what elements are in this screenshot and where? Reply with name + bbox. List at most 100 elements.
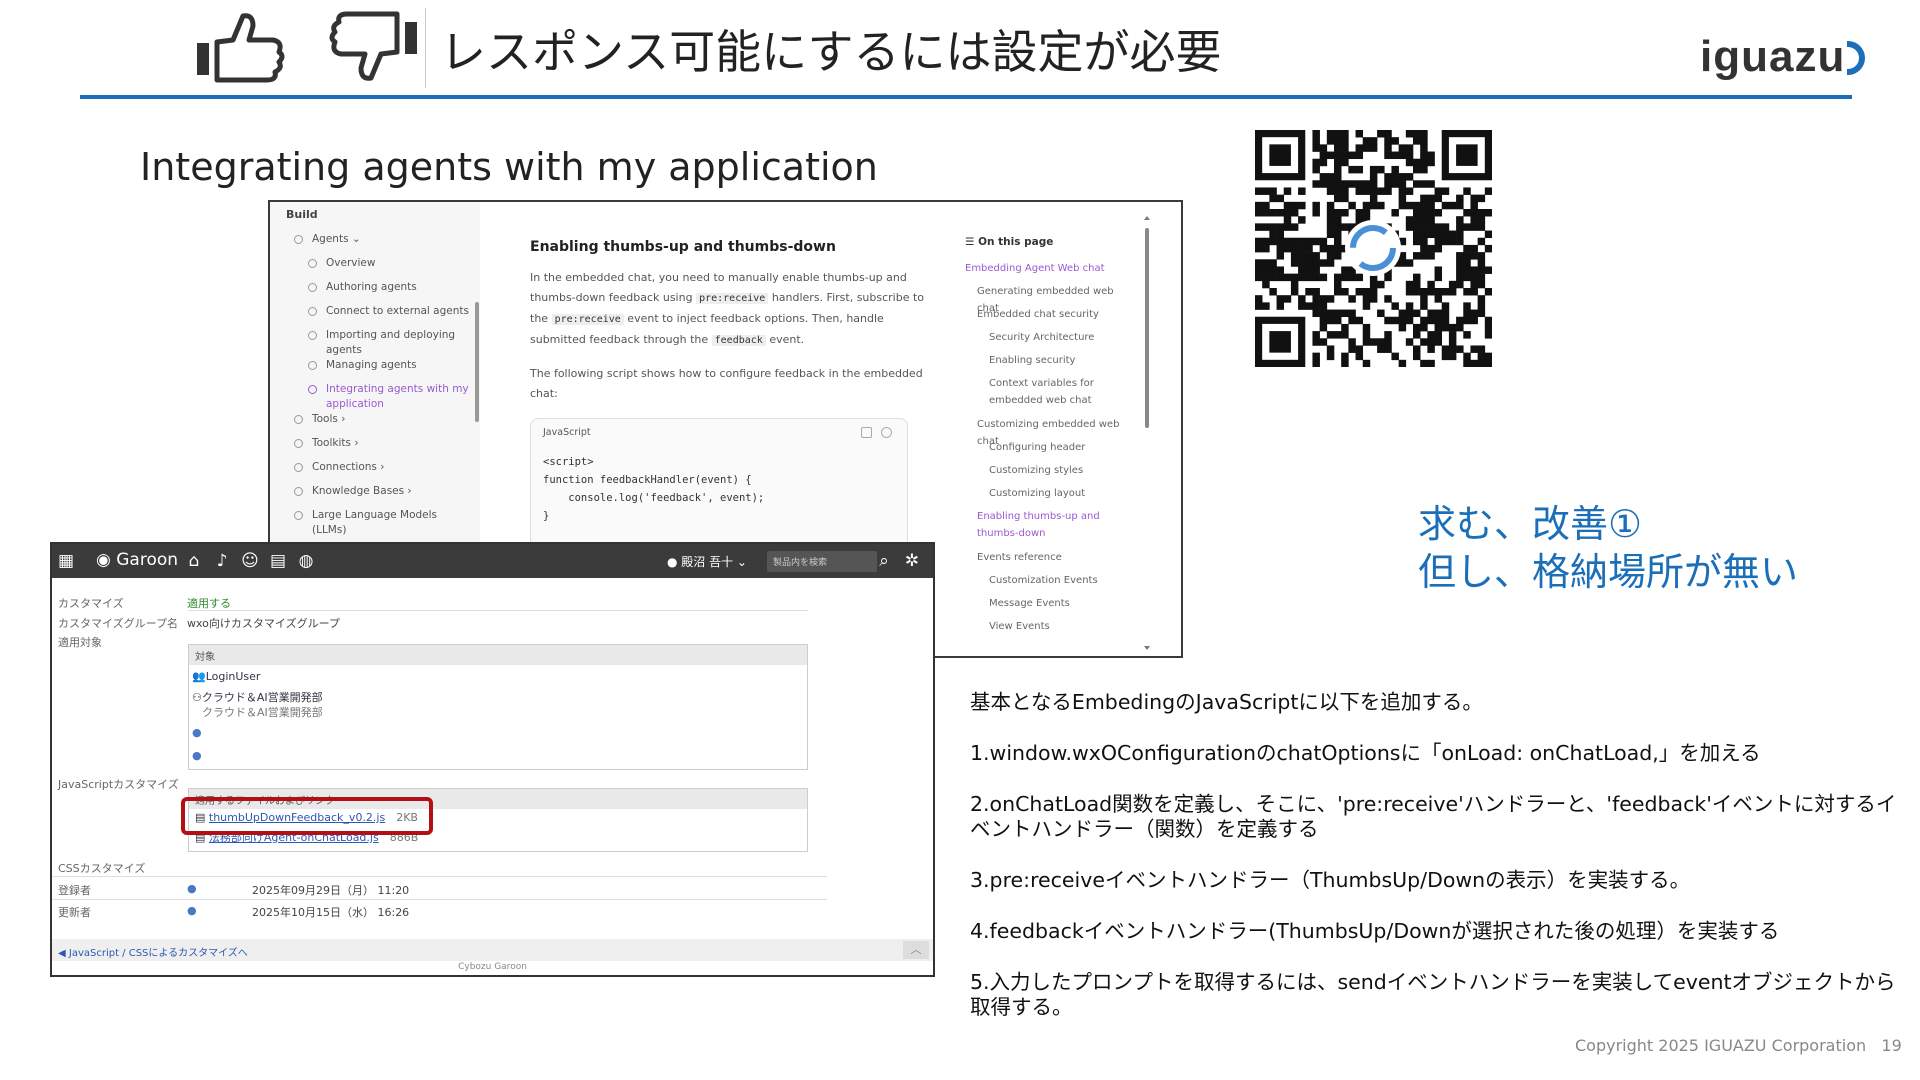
sidebar-item[interactable]: Managing agents	[326, 358, 473, 373]
step-intro: 基本となるEmbedingのJavaScriptに以下を追加する。	[970, 690, 1483, 714]
note-line-2: 但し、格納場所が無い	[1418, 550, 1799, 594]
user-icon: ●	[187, 904, 197, 917]
page-title: レスポンス可能にするには設定が必要	[440, 25, 1222, 79]
on-this-page-toc: ☰ On this page Embedding Agent Web chat G…	[965, 202, 1155, 656]
sidebar-item[interactable]: Agents ⌄	[312, 232, 473, 247]
step-3: 3.pre:receiveイベントハンドラー（ThumbsUp/Downの表示）…	[970, 868, 1691, 892]
qr-code[interactable]	[1255, 130, 1493, 368]
sidebar-scrollbar[interactable]	[475, 302, 479, 422]
slide-subtitle: Integrating agents with my application	[140, 145, 878, 189]
toc-title: ☰ On this page	[965, 236, 1054, 248]
back-link[interactable]: ◀ JavaScript / CSSによるカスタマイズへ	[58, 948, 248, 959]
toc-item[interactable]: Enabling security	[989, 352, 1135, 369]
note-line-1: 求む、改善①	[1418, 502, 1643, 546]
sidebar-item[interactable]: Importing and deploying agents	[326, 328, 473, 358]
sidebar-item-icon	[308, 259, 317, 268]
target-name: LoginUser	[205, 670, 261, 683]
improvement-note: 求む、改善① 但し、格納場所が無い	[1418, 500, 1798, 596]
toc-item[interactable]: Customizing layout	[989, 485, 1135, 502]
toc-item[interactable]: Message Events	[989, 595, 1135, 612]
toc-item[interactable]: View Events	[989, 618, 1135, 635]
field-label: カスタマイズグループ名	[58, 617, 179, 630]
sidebar-item-icon	[308, 361, 317, 370]
inline-code: pre:receive	[696, 293, 769, 304]
target-entry: 👥LoginUser	[192, 670, 261, 683]
step-4: 4.feedbackイベントハンドラー(ThumbsUp/Downが選択された後…	[970, 919, 1780, 943]
docs-scrollbar[interactable]	[1142, 214, 1152, 654]
target-name: クラウド＆AI営業開発部	[201, 691, 323, 704]
toc-item[interactable]: Embedding Agent Web chat	[965, 260, 1135, 277]
garoon-brand-label: Garoon	[116, 550, 179, 570]
toc-item[interactable]: Context variables for embedded web chat	[989, 375, 1135, 409]
home-icon[interactable]: ⌂	[184, 551, 204, 571]
back-link-label: JavaScript / CSSによるカスタマイズへ	[68, 948, 248, 959]
sidebar-item[interactable]: Overview	[326, 256, 473, 271]
toc-item[interactable]: Events reference	[977, 549, 1135, 566]
field-label: JavaScriptカスタマイズ	[58, 778, 179, 791]
layout-icon[interactable]: ▤	[268, 551, 288, 571]
sidebar-section-title: Build	[286, 208, 318, 221]
target-name: クラウド＆AI営業開発部	[202, 706, 323, 719]
garoon-footer-bar: ◀ JavaScript / CSSによるカスタマイズへ ︿	[52, 939, 933, 961]
sidebar-item[interactable]: Toolkits ›	[312, 436, 473, 451]
toc-item[interactable]: Configuring header	[989, 439, 1135, 456]
user-menu[interactable]: ● 殿沼 吾十 ⌄	[667, 553, 747, 570]
row-divider	[52, 876, 827, 877]
field-label: 登録者	[58, 884, 91, 897]
sidebar-item-icon	[294, 439, 303, 448]
steps-list: 基本となるEmbedingのJavaScriptに以下を追加する。 1.wind…	[970, 690, 1900, 1046]
toc-item[interactable]: Security Architecture	[989, 329, 1135, 346]
ai-explain-icon[interactable]	[881, 427, 892, 438]
step-2: 2.onChatLoad関数を定義し、そこに、'pre:receive'ハンドラ…	[970, 792, 1897, 841]
toc-item[interactable]: Customization Events	[989, 572, 1135, 589]
user-icon: ●	[187, 882, 197, 895]
qr-code-image	[1255, 130, 1493, 368]
apps-grid-icon[interactable]: ▦	[56, 551, 76, 571]
garoon-copyright: Cybozu Garoon	[458, 962, 527, 972]
step-1: 1.window.wxOConfigurationのchatOptionsに「o…	[970, 741, 1761, 765]
sidebar-item-icon	[308, 307, 317, 316]
inline-code: pre:receive	[551, 314, 624, 325]
sidebar-item-icon	[294, 487, 303, 496]
logo-text: iguazu	[1700, 32, 1846, 81]
row-divider	[188, 610, 808, 611]
scroll-top-button[interactable]: ︿	[903, 941, 929, 959]
field-label: 更新者	[58, 906, 91, 919]
globe-icon[interactable]: ◍	[296, 551, 316, 571]
thumbs-down-icon	[329, 11, 417, 81]
sidebar-item[interactable]: Knowledge Bases ›	[312, 484, 473, 499]
field-value: 2025年10月15日（水） 16:26	[252, 906, 410, 919]
sidebar-item[interactable]: Connections ›	[312, 460, 473, 475]
toc-item[interactable]: Customizing styles	[989, 462, 1135, 479]
script-paragraph: The following script shows how to config…	[530, 367, 923, 400]
para-text: event.	[769, 333, 805, 346]
smiley-icon[interactable]: ☺	[240, 551, 260, 571]
user-icon: ●	[192, 726, 202, 739]
sidebar-item[interactable]: Integrating agents with my application	[326, 382, 473, 412]
page-number: 19	[1881, 1036, 1902, 1055]
sidebar-item-icon	[294, 235, 303, 244]
gear-icon[interactable]: ✲	[902, 551, 922, 571]
intro-paragraph: In the embedded chat, you need to manual…	[530, 268, 930, 351]
thumbs-up-icon	[197, 8, 426, 88]
code-text: <script> function feedbackHandler(event)…	[543, 456, 765, 522]
bell-icon[interactable]: ♪	[212, 551, 232, 571]
search-input[interactable]: 製品内を検索	[767, 551, 877, 572]
garoon-brand[interactable]: ◉ Garoon	[96, 550, 178, 570]
sidebar-item[interactable]: Tools ›	[312, 412, 473, 427]
toc-item[interactable]: Embedded chat security	[977, 306, 1135, 323]
inline-code: feedback	[711, 335, 766, 346]
sidebar-item[interactable]: Large Language Models (LLMs)	[312, 508, 473, 538]
copy-icon[interactable]	[861, 427, 872, 438]
header-divider	[80, 95, 1852, 99]
sidebar-item-icon	[308, 283, 317, 292]
garoon-toolbar: ▦ ◉ Garoon ⌂ ♪ ☺ ▤ ◍ ● 殿沼 吾十 ⌄ 製品内を検索 ⌕ …	[52, 544, 933, 578]
field-value: 適用する	[187, 597, 231, 610]
garoon-screenshot: ▦ ◉ Garoon ⌂ ♪ ☺ ▤ ◍ ● 殿沼 吾十 ⌄ 製品内を検索 ⌕ …	[50, 542, 935, 977]
field-label: CSSカスタマイズ	[58, 862, 146, 875]
toc-item[interactable]: Enabling thumbs-up and thumbs-down	[977, 508, 1135, 542]
sidebar-item[interactable]: Authoring agents	[326, 280, 473, 295]
sidebar-item-icon	[294, 463, 303, 472]
sidebar-item[interactable]: Connect to external agents	[326, 304, 473, 319]
search-icon[interactable]: ⌕	[874, 551, 894, 571]
